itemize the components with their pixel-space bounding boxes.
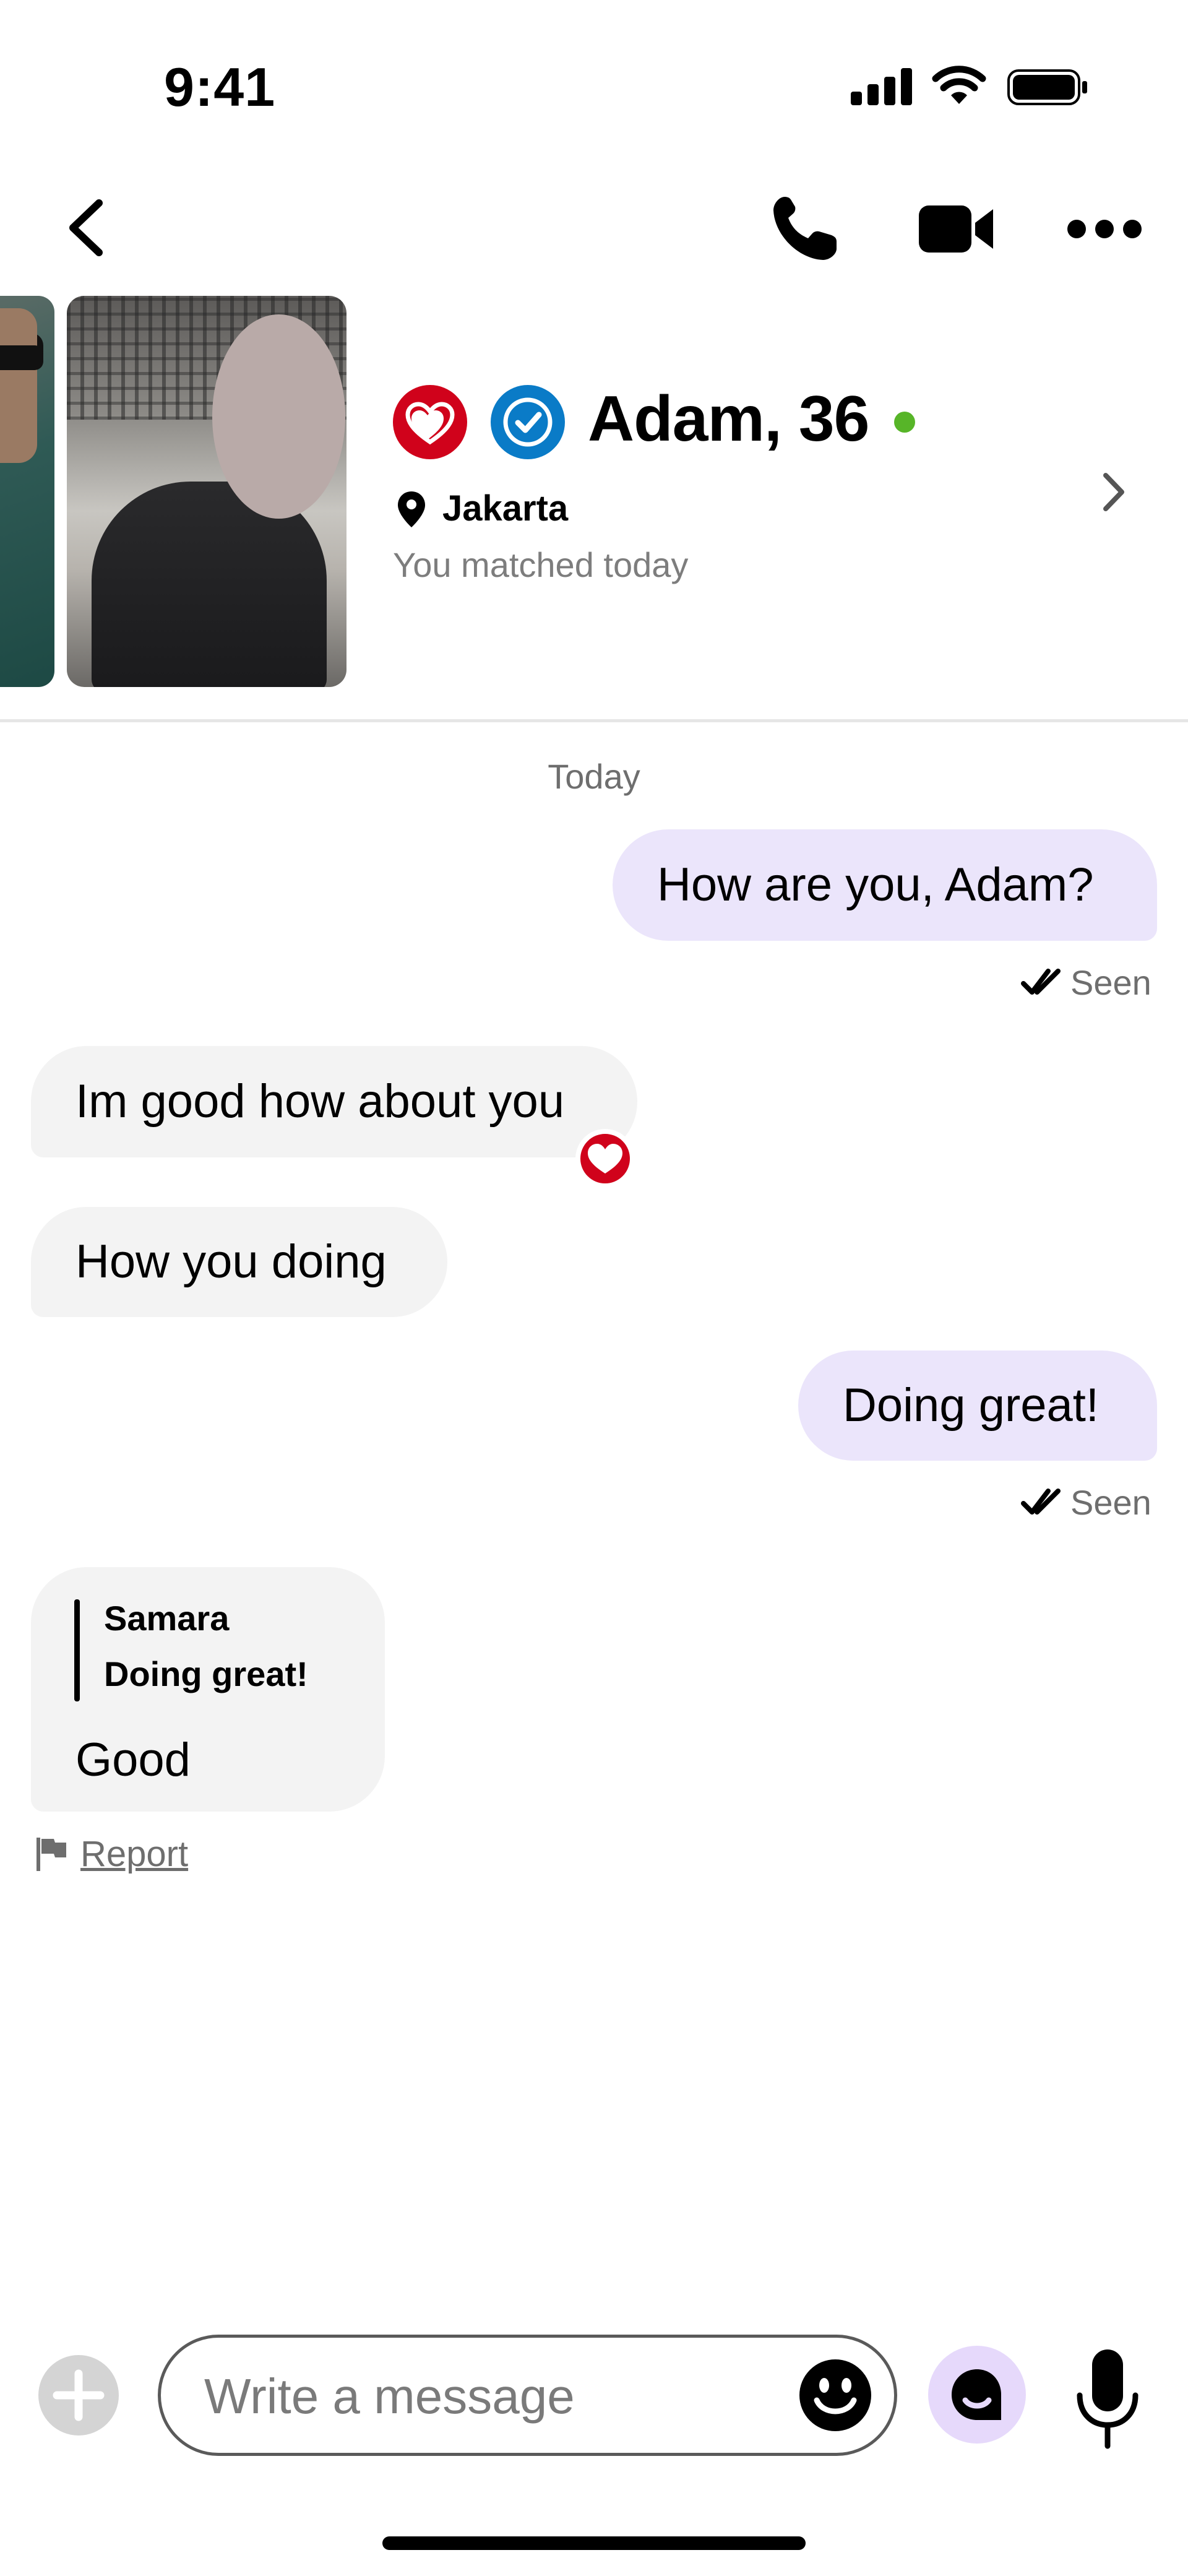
match-heart-icon <box>393 385 467 459</box>
plus-icon <box>53 2369 105 2421</box>
message-text: Good <box>75 1734 191 1786</box>
message-input-container[interactable] <box>158 2335 897 2456</box>
flag-icon[interactable] <box>34 1835 68 1872</box>
online-status-dot <box>894 412 915 433</box>
quote-bar <box>74 1599 80 1701</box>
report-link[interactable]: Report <box>80 1833 188 1875</box>
message-text: Doing great! <box>843 1379 1100 1432</box>
day-separator: Today <box>548 757 640 796</box>
quoted-text: Doing great! <box>104 1654 308 1693</box>
video-call-icon[interactable] <box>916 198 996 260</box>
wifi-icon <box>932 66 986 104</box>
message-bubble-received[interactable]: Im good how about you <box>31 1046 637 1157</box>
add-attachment-button[interactable] <box>38 2355 119 2436</box>
back-icon[interactable] <box>62 197 111 259</box>
chat-smile-icon <box>952 2369 1001 2420</box>
status-time: 9:41 <box>164 56 276 118</box>
message-bubble-reply[interactable]: Samara Doing great! Good <box>31 1567 385 1812</box>
message-bubble-sent[interactable]: Doing great! <box>798 1351 1157 1461</box>
ai-assist-button[interactable] <box>928 2346 1026 2444</box>
profile-location: Jakarta <box>442 488 569 529</box>
profile-photo-previous[interactable] <box>0 296 54 687</box>
quoted-author: Samara <box>104 1599 230 1638</box>
message-bubble-received[interactable]: How you doing <box>31 1207 447 1317</box>
message-input[interactable] <box>204 2362 761 2431</box>
message-text: Im good how about you <box>75 1075 565 1128</box>
microphone-icon[interactable] <box>1074 2346 1142 2451</box>
battery-icon <box>1007 69 1087 105</box>
matched-date: You matched today <box>393 545 689 584</box>
message-status: Seen <box>1021 1482 1151 1523</box>
header-divider <box>0 719 1188 722</box>
profile-name[interactable]: Adam, 36 <box>588 383 869 456</box>
signal-icon <box>851 67 913 105</box>
reaction-heart-icon[interactable] <box>575 1129 635 1188</box>
emoji-icon[interactable] <box>798 2358 872 2432</box>
home-indicator <box>382 2536 806 2550</box>
phone-icon[interactable] <box>767 192 842 266</box>
location-pin-icon <box>398 491 425 527</box>
verified-badge-icon <box>491 385 565 459</box>
message-bubble-sent[interactable]: How are you, Adam? <box>613 829 1157 941</box>
message-text: How you doing <box>75 1235 387 1288</box>
profile-photo[interactable] <box>67 296 346 687</box>
chevron-right-icon[interactable] <box>1098 470 1129 514</box>
message-text: How are you, Adam? <box>657 858 1094 911</box>
blurred-face <box>212 314 345 519</box>
message-status: Seen <box>1021 962 1151 1003</box>
more-options-icon[interactable] <box>1064 210 1145 248</box>
double-check-icon <box>1021 1488 1061 1515</box>
double-check-icon <box>1021 968 1061 995</box>
